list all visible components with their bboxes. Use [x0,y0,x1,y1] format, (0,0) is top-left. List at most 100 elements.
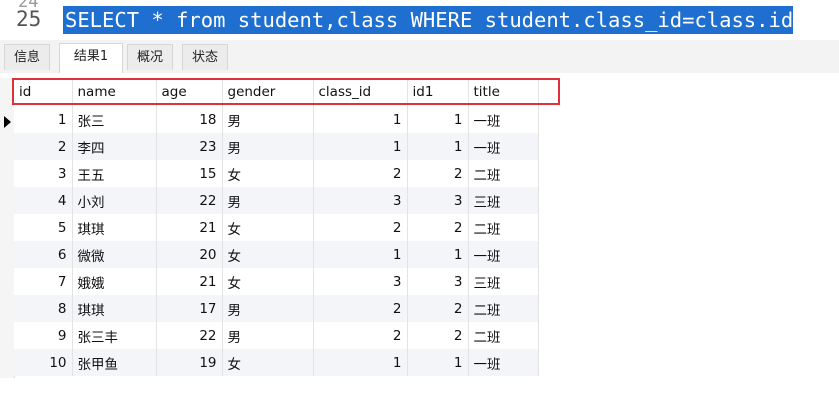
cell-id1[interactable]: 2 [407,214,469,241]
column-header-id1[interactable]: id1 [407,78,469,106]
cell-id[interactable]: 9 [14,322,73,349]
cell-id[interactable]: 6 [14,241,73,268]
cell-gender[interactable]: 男 [222,187,314,214]
cell-id1[interactable]: 1 [407,133,469,160]
table-row[interactable]: 1 张三 18 男 1 1 一班 [14,106,539,133]
line-number: 25 [16,7,42,31]
cell-gender[interactable]: 男 [222,322,314,349]
result-tabs: 信息 结果1 概况 状态 [0,40,839,73]
cell-age[interactable]: 17 [156,295,223,322]
table-row[interactable]: 4 小刘 22 男 3 3 三班 [14,187,539,214]
result-grid: id name age gender class_id id1 title 1 … [0,73,839,411]
table-row[interactable]: 2 李四 23 男 1 1 一班 [14,133,539,160]
cell-name[interactable]: 琪琪 [72,214,157,241]
cell-class-id[interactable]: 3 [313,187,408,214]
cell-id1[interactable]: 2 [407,295,469,322]
cell-class-id[interactable]: 2 [313,214,408,241]
result-table: id name age gender class_id id1 title 1 … [14,78,539,376]
column-header-name[interactable]: name [72,78,157,106]
cell-id1[interactable]: 2 [407,160,469,187]
cell-title[interactable]: 二班 [468,295,539,322]
cell-class-id[interactable]: 2 [313,295,408,322]
cell-id[interactable]: 4 [14,187,73,214]
table-row[interactable]: 5 琪琪 21 女 2 2 二班 [14,214,539,241]
cell-age[interactable]: 21 [156,268,223,295]
cell-gender[interactable]: 女 [222,268,314,295]
current-row-arrow-icon [4,116,11,128]
cell-age[interactable]: 19 [156,349,223,376]
cell-name[interactable]: 李四 [72,133,157,160]
table-row[interactable]: 9 张三丰 22 男 2 2 二班 [14,322,539,349]
cell-gender[interactable]: 男 [222,295,314,322]
cell-gender[interactable]: 男 [222,133,314,160]
tab-status[interactable]: 状态 [182,44,228,70]
cell-id[interactable]: 7 [14,268,73,295]
cell-id1[interactable]: 1 [407,241,469,268]
column-header-age[interactable]: age [156,78,223,106]
header-row: id name age gender class_id id1 title [14,78,539,106]
cell-title[interactable]: 一班 [468,133,539,160]
cell-name[interactable]: 娥娥 [72,268,157,295]
cell-age[interactable]: 23 [156,133,223,160]
table-row[interactable]: 8 琪琪 17 男 2 2 二班 [14,295,539,322]
cell-class-id[interactable]: 1 [313,106,408,133]
cell-id[interactable]: 5 [14,214,73,241]
cell-id[interactable]: 1 [14,106,73,133]
table-row[interactable]: 7 娥娥 21 女 3 3 三班 [14,268,539,295]
cell-title[interactable]: 二班 [468,214,539,241]
cell-id1[interactable]: 2 [407,322,469,349]
cell-name[interactable]: 张三丰 [72,322,157,349]
cell-id[interactable]: 10 [14,349,73,376]
cell-age[interactable]: 20 [156,241,223,268]
cell-class-id[interactable]: 2 [313,160,408,187]
column-header-title[interactable]: title [468,78,539,106]
cell-id[interactable]: 8 [14,295,73,322]
cell-title[interactable]: 一班 [468,349,539,376]
tab-result1[interactable]: 结果1 [59,43,123,73]
cell-class-id[interactable]: 1 [313,241,408,268]
column-header-gender[interactable]: gender [222,78,314,106]
cell-age[interactable]: 21 [156,214,223,241]
cell-age[interactable]: 22 [156,187,223,214]
tab-profile[interactable]: 概况 [127,44,173,70]
column-header-id[interactable]: id [14,78,73,106]
cell-name[interactable]: 张三 [72,106,157,133]
row-indicator-column [0,78,15,378]
cell-id1[interactable]: 1 [407,349,469,376]
cell-id1[interactable]: 3 [407,268,469,295]
cell-title[interactable]: 一班 [468,241,539,268]
cell-age[interactable]: 22 [156,322,223,349]
column-header-class-id[interactable]: class_id [313,78,408,106]
cell-title[interactable]: 二班 [468,322,539,349]
cell-name[interactable]: 王五 [72,160,157,187]
cell-id[interactable]: 3 [14,160,73,187]
cell-class-id[interactable]: 3 [313,268,408,295]
cell-gender[interactable]: 女 [222,214,314,241]
cell-name[interactable]: 张甲鱼 [72,349,157,376]
cell-name[interactable]: 微微 [72,241,157,268]
cell-id1[interactable]: 1 [407,106,469,133]
cell-class-id[interactable]: 2 [313,322,408,349]
cell-name[interactable]: 琪琪 [72,295,157,322]
cell-title[interactable]: 三班 [468,187,539,214]
sql-query-text[interactable]: SELECT * from student,class WHERE studen… [63,6,794,34]
tab-info[interactable]: 信息 [4,44,50,70]
cell-gender[interactable]: 女 [222,241,314,268]
cell-id[interactable]: 2 [14,133,73,160]
table-row[interactable]: 3 王五 15 女 2 2 二班 [14,160,539,187]
cell-id1[interactable]: 3 [407,187,469,214]
cell-gender[interactable]: 男 [222,106,314,133]
cell-age[interactable]: 18 [156,106,223,133]
cell-gender[interactable]: 女 [222,160,314,187]
sql-editor[interactable]: 24 25 SELECT * from student,class WHERE … [0,0,839,36]
cell-title[interactable]: 二班 [468,160,539,187]
table-row[interactable]: 10 张甲鱼 19 女 1 1 一班 [14,349,539,376]
cell-age[interactable]: 15 [156,160,223,187]
cell-class-id[interactable]: 1 [313,349,408,376]
cell-title[interactable]: 一班 [468,106,539,133]
cell-name[interactable]: 小刘 [72,187,157,214]
cell-class-id[interactable]: 1 [313,133,408,160]
table-row[interactable]: 6 微微 20 女 1 1 一班 [14,241,539,268]
cell-title[interactable]: 三班 [468,268,539,295]
cell-gender[interactable]: 女 [222,349,314,376]
